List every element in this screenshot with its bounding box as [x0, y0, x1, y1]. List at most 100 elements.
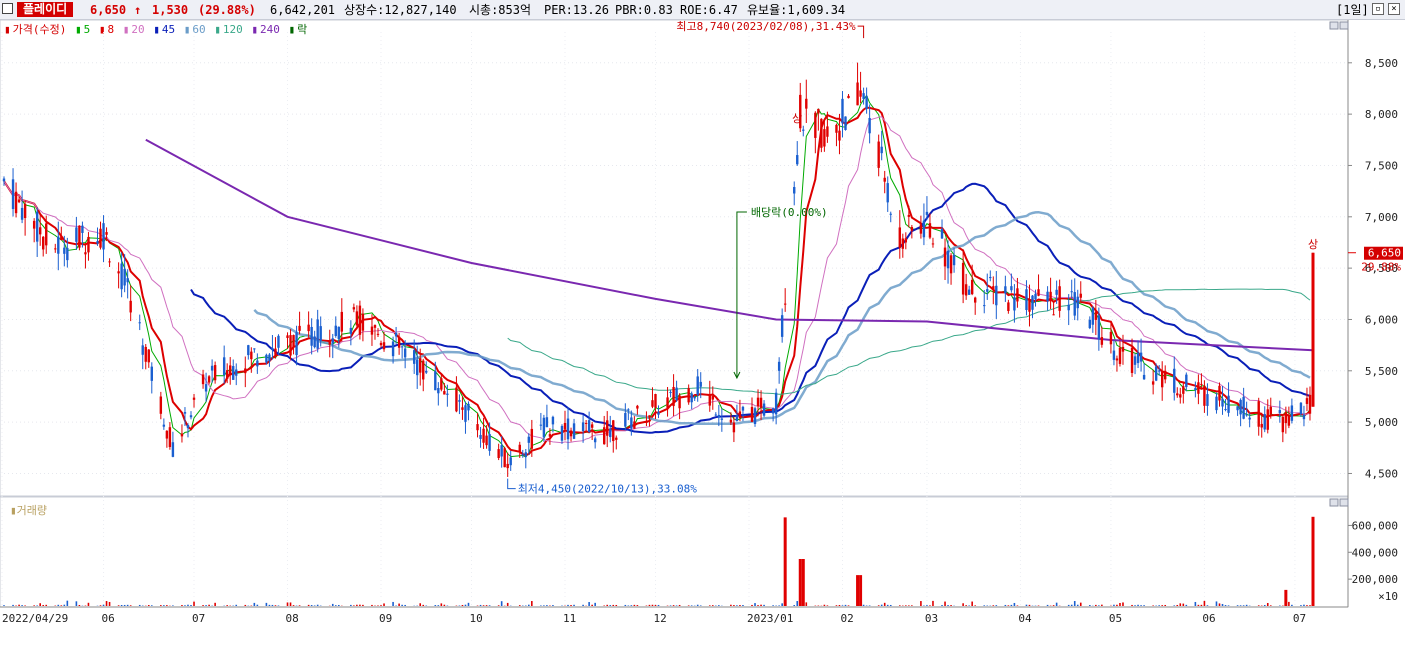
ma8-line	[3, 106, 1311, 456]
volume-bar	[1221, 603, 1224, 606]
candle-body	[277, 335, 280, 348]
candle-body	[868, 117, 871, 134]
volume-bar	[781, 603, 783, 606]
volume-bar	[18, 604, 20, 606]
candle-body	[1088, 319, 1092, 329]
volume-bar	[648, 604, 651, 606]
candle-body	[777, 361, 781, 371]
candle-body	[482, 428, 485, 443]
candle-body	[35, 211, 39, 242]
candle-body	[961, 262, 965, 295]
candle-body	[1079, 293, 1082, 298]
x-tick-label: 2022/04/29	[2, 612, 68, 625]
candle-body	[102, 223, 105, 250]
candle-body	[859, 90, 862, 97]
volume-unit-label: ×10	[1378, 590, 1398, 603]
volume-bar	[437, 605, 440, 606]
candle-body	[382, 342, 386, 350]
candle-body	[1034, 293, 1037, 300]
volume-bar	[1134, 605, 1136, 606]
volume-bar	[911, 605, 913, 606]
candle-body	[162, 424, 166, 427]
candle-body	[1173, 368, 1176, 393]
volume-bar	[826, 605, 829, 606]
candle-body	[310, 326, 313, 346]
volume-bar	[609, 605, 612, 606]
candle-body	[1118, 347, 1122, 364]
volume-bar	[147, 605, 150, 606]
volume-bar	[1303, 604, 1305, 606]
x-tick-label: 05	[1109, 612, 1122, 625]
volume-bar	[482, 605, 485, 606]
volume-bar	[187, 604, 189, 606]
volume-bar	[678, 604, 681, 606]
candle-body	[42, 236, 45, 250]
volume-bar	[546, 605, 548, 606]
candle-body	[126, 278, 129, 283]
candle-body	[1185, 374, 1188, 388]
volume-bar	[1101, 604, 1103, 606]
volume-bar	[123, 604, 126, 606]
volume-bar	[760, 604, 762, 606]
candle-body	[183, 412, 187, 414]
volume-bar	[289, 602, 292, 606]
candle-body	[120, 263, 123, 290]
volume-bar	[880, 604, 883, 606]
volume-tick-label: 400,000	[1352, 546, 1398, 559]
volume-bar	[657, 604, 660, 606]
volume-bar	[1242, 605, 1245, 606]
candle-body	[590, 424, 594, 428]
volume-bar	[479, 604, 482, 606]
volume-bar	[612, 604, 615, 606]
candle-body	[566, 418, 570, 440]
candle-body	[1136, 352, 1140, 364]
candle-body	[1242, 396, 1245, 419]
candle-body	[699, 381, 702, 387]
volume-bar	[594, 602, 596, 606]
volume-bar	[696, 604, 699, 606]
candle-body	[1221, 398, 1224, 407]
volume-bar	[1079, 602, 1082, 606]
candle-body	[1224, 408, 1227, 410]
candle-body	[244, 368, 247, 374]
candle-body	[397, 336, 401, 348]
candle-body	[476, 424, 479, 431]
price-chart[interactable]: 8,5008,0007,5007,0006,5006,0005,5005,000…	[0, 0, 1405, 648]
candle-body	[165, 430, 169, 439]
candle-body	[946, 250, 950, 269]
volume-bar	[778, 605, 780, 606]
candle-body	[678, 395, 681, 409]
ma120-line	[507, 288, 1311, 395]
volume-bar	[718, 605, 720, 606]
volume-bar	[12, 604, 14, 606]
candle-body	[717, 414, 721, 418]
candle-body	[1215, 396, 1218, 411]
candle-body	[687, 388, 690, 403]
volume-bar	[920, 601, 922, 606]
volume-bar	[138, 604, 141, 606]
candle-body	[1245, 414, 1248, 416]
volume-bar	[793, 605, 796, 606]
candle-body	[847, 95, 850, 99]
candle-body	[943, 247, 947, 267]
candle-body	[995, 285, 998, 306]
volume-bar	[772, 605, 774, 606]
candle-body	[835, 124, 838, 133]
candle-body	[657, 412, 660, 415]
axes: 8,5008,0007,5007,0006,5006,0005,5005,000…	[0, 20, 1398, 625]
volume-bar	[941, 605, 943, 606]
candle-body	[373, 325, 377, 328]
volume-bar	[1116, 604, 1118, 606]
volume-bar	[983, 605, 986, 606]
volume-bar	[1113, 604, 1115, 606]
volume-bar	[434, 605, 437, 606]
volume-bar	[1291, 604, 1293, 606]
candle-body	[756, 397, 760, 407]
candle-body	[805, 98, 808, 109]
volume-bar	[24, 605, 26, 606]
volume-bar	[751, 604, 753, 606]
dividend-annotation: 배당락(0.00%)	[751, 206, 828, 219]
candle-body	[729, 419, 733, 423]
volume-bar	[630, 605, 633, 606]
volume-bars	[3, 516, 1315, 606]
